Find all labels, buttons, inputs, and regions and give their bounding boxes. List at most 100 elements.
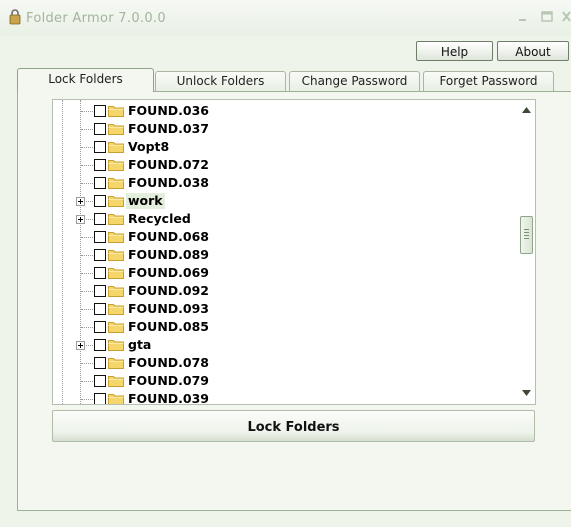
folder-checkbox[interactable] bbox=[94, 393, 106, 404]
tree-branch-line bbox=[81, 129, 93, 130]
tab-forget-password[interactable]: Forget Password bbox=[423, 71, 554, 91]
folder-checkbox[interactable] bbox=[94, 231, 106, 243]
folder-tree-list[interactable]: FOUND.036 FOUND.037 Vopt8 FOUND.072 FOUND.03… bbox=[53, 100, 518, 404]
folder-label[interactable]: FOUND.069 bbox=[128, 265, 209, 281]
tree-branch-line bbox=[81, 237, 93, 238]
folder-label[interactable]: FOUND.092 bbox=[128, 283, 209, 299]
tree-branch-line bbox=[81, 273, 93, 274]
folder-label[interactable]: FOUND.079 bbox=[128, 373, 209, 389]
folder-label[interactable]: FOUND.037 bbox=[128, 121, 209, 137]
tab-change-password[interactable]: Change Password bbox=[289, 71, 420, 91]
folder-icon bbox=[108, 160, 124, 171]
folder-label[interactable]: FOUND.036 bbox=[128, 103, 209, 119]
folder-checkbox[interactable] bbox=[94, 339, 106, 351]
tree-item[interactable]: Recycled bbox=[53, 210, 518, 228]
tree-item[interactable]: FOUND.089 bbox=[53, 246, 518, 264]
folder-label[interactable]: FOUND.085 bbox=[128, 319, 209, 335]
tree-item[interactable]: FOUND.078 bbox=[53, 354, 518, 372]
expand-plus-icon[interactable] bbox=[76, 215, 85, 224]
tree-branch-line bbox=[81, 291, 93, 292]
folder-checkbox[interactable] bbox=[94, 303, 106, 315]
folder-label[interactable]: FOUND.093 bbox=[128, 301, 209, 317]
folder-label[interactable]: FOUND.068 bbox=[128, 229, 209, 245]
help-button[interactable]: Help bbox=[416, 41, 493, 61]
folder-checkbox[interactable] bbox=[94, 123, 106, 135]
tree-branch-line bbox=[81, 255, 93, 256]
folder-label[interactable]: Vopt8 bbox=[128, 139, 169, 155]
maximize-icon[interactable] bbox=[540, 10, 554, 24]
folder-checkbox[interactable] bbox=[94, 267, 106, 279]
tree-item[interactable]: gta bbox=[53, 336, 518, 354]
folder-icon bbox=[108, 178, 124, 189]
folder-label[interactable]: FOUND.039 bbox=[128, 391, 209, 404]
tree-item[interactable]: FOUND.093 bbox=[53, 300, 518, 318]
tree-item[interactable]: work bbox=[53, 192, 518, 210]
vertical-scrollbar[interactable] bbox=[518, 100, 535, 404]
minimize-icon[interactable] bbox=[516, 10, 530, 24]
scroll-down-arrow-icon[interactable] bbox=[522, 390, 531, 396]
tree-item[interactable]: FOUND.036 bbox=[53, 102, 518, 120]
folder-icon bbox=[108, 376, 124, 387]
folder-checkbox[interactable] bbox=[94, 195, 106, 207]
folder-checkbox[interactable] bbox=[94, 357, 106, 369]
folder-label[interactable]: FOUND.072 bbox=[128, 157, 209, 173]
tree-item[interactable]: FOUND.069 bbox=[53, 264, 518, 282]
tree-item[interactable]: FOUND.072 bbox=[53, 156, 518, 174]
grip-line bbox=[524, 232, 529, 233]
tree-item[interactable]: Vopt8 bbox=[53, 138, 518, 156]
folder-icon bbox=[108, 322, 124, 333]
tree-branch-line bbox=[81, 147, 93, 148]
folder-checkbox[interactable] bbox=[94, 159, 106, 171]
folder-icon bbox=[108, 286, 124, 297]
tab-lock-folders[interactable]: Lock Folders bbox=[17, 68, 154, 92]
folder-icon bbox=[108, 250, 124, 261]
folder-icon bbox=[108, 358, 124, 369]
folder-tree[interactable]: FOUND.036 FOUND.037 Vopt8 FOUND.072 FOUND.03… bbox=[52, 99, 536, 405]
scrollbar-thumb[interactable] bbox=[520, 216, 533, 254]
tree-item[interactable]: FOUND.037 bbox=[53, 120, 518, 138]
tree-item[interactable]: FOUND.039 bbox=[53, 390, 518, 404]
folder-checkbox[interactable] bbox=[94, 321, 106, 333]
folder-icon bbox=[108, 196, 124, 207]
folder-icon bbox=[108, 142, 124, 153]
folder-label[interactable]: Recycled bbox=[128, 211, 191, 227]
folder-icon bbox=[108, 106, 124, 117]
folder-checkbox[interactable] bbox=[94, 375, 106, 387]
tree-branch-line bbox=[81, 363, 93, 364]
folder-checkbox[interactable] bbox=[94, 177, 106, 189]
folder-label[interactable]: FOUND.038 bbox=[128, 175, 209, 191]
folder-checkbox[interactable] bbox=[94, 213, 106, 225]
tree-item[interactable]: FOUND.085 bbox=[53, 318, 518, 336]
expand-plus-icon[interactable] bbox=[76, 197, 85, 206]
tree-item[interactable]: FOUND.092 bbox=[53, 282, 518, 300]
folder-checkbox[interactable] bbox=[94, 285, 106, 297]
tree-branch-line bbox=[81, 183, 93, 184]
tree-branch-line bbox=[81, 381, 93, 382]
tree-branch-line bbox=[81, 165, 93, 166]
title-bar: Folder Armor 7.0.0.0 bbox=[0, 0, 571, 36]
folder-checkbox[interactable] bbox=[94, 249, 106, 261]
lock-folders-button[interactable]: Lock Folders bbox=[52, 410, 535, 442]
window-title: Folder Armor 7.0.0.0 bbox=[26, 11, 166, 26]
folder-icon bbox=[108, 340, 124, 351]
folder-label[interactable]: FOUND.078 bbox=[128, 355, 209, 371]
tab-unlock-folders[interactable]: Unlock Folders bbox=[155, 71, 286, 91]
tree-item[interactable]: FOUND.079 bbox=[53, 372, 518, 390]
tree-branch-line bbox=[81, 309, 93, 310]
folder-checkbox[interactable] bbox=[94, 105, 106, 117]
folder-icon bbox=[108, 214, 124, 225]
scroll-up-arrow-icon[interactable] bbox=[522, 107, 531, 113]
tree-item[interactable]: FOUND.068 bbox=[53, 228, 518, 246]
grip-line bbox=[524, 238, 529, 239]
folder-label[interactable]: FOUND.089 bbox=[128, 247, 209, 263]
folder-label[interactable]: work bbox=[126, 193, 165, 209]
folder-label[interactable]: gta bbox=[128, 337, 151, 353]
folder-icon bbox=[108, 304, 124, 315]
folder-checkbox[interactable] bbox=[94, 141, 106, 153]
tree-branch-line bbox=[81, 327, 93, 328]
expand-plus-icon[interactable] bbox=[76, 341, 85, 350]
tree-item[interactable]: FOUND.038 bbox=[53, 174, 518, 192]
about-button[interactable]: About bbox=[497, 41, 569, 61]
folder-icon bbox=[108, 232, 124, 243]
close-icon[interactable] bbox=[562, 10, 571, 24]
